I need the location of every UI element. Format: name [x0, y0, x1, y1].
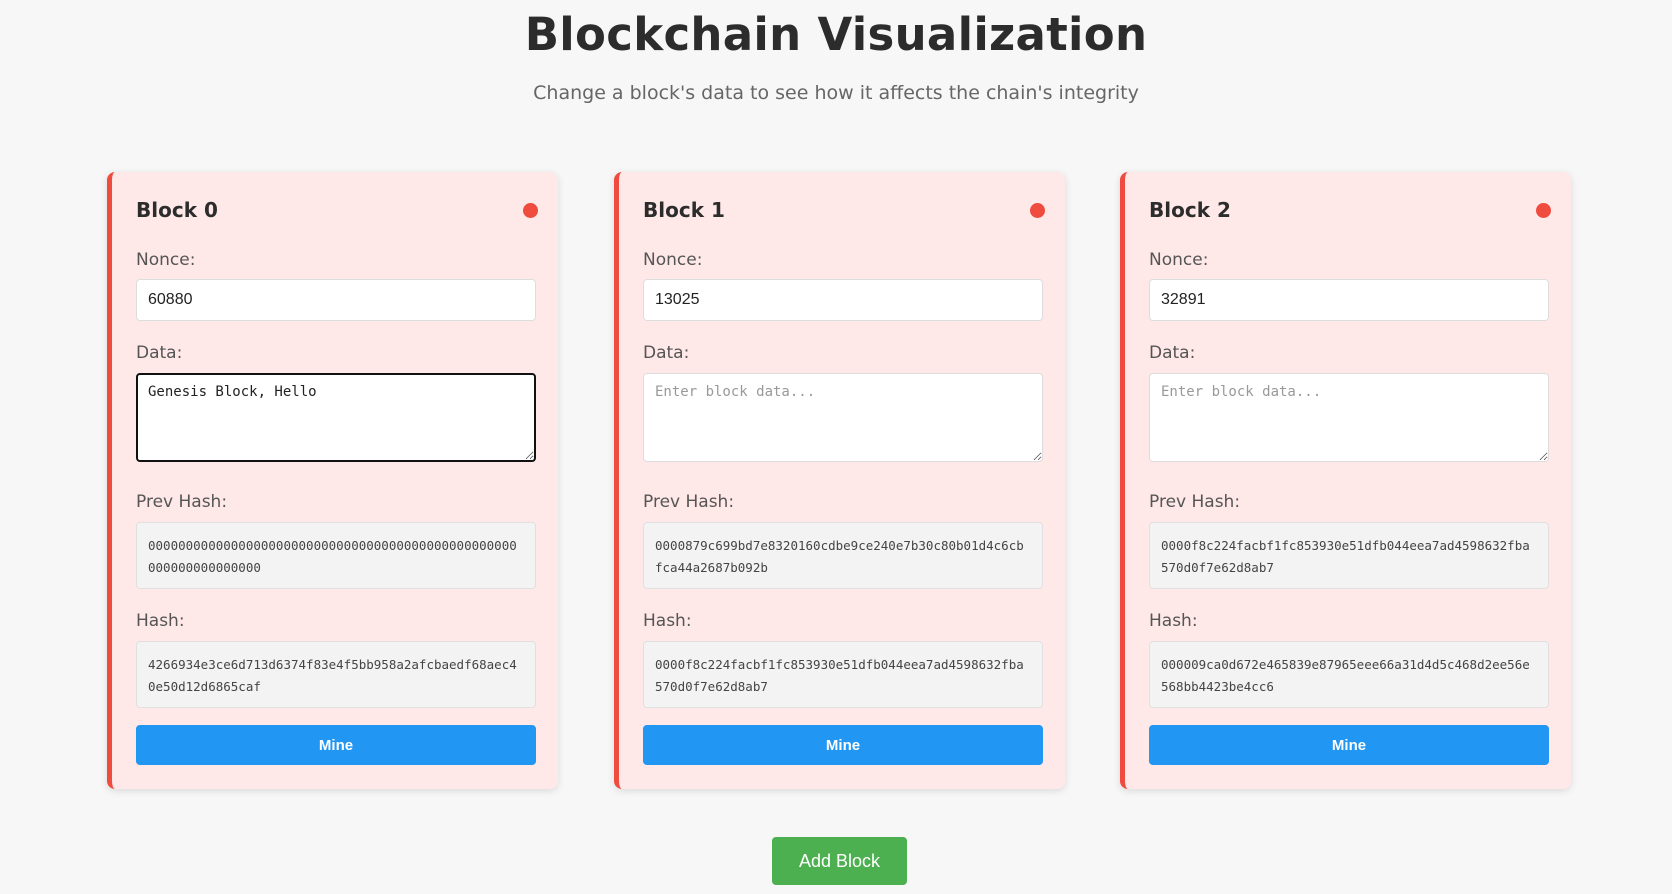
- data-label: Data:: [1149, 343, 1196, 363]
- page-title: Blockchain Visualization: [524, 8, 1148, 61]
- data-input[interactable]: [1149, 373, 1549, 462]
- hash-label: Hash:: [136, 611, 185, 631]
- prev-hash-label: Prev Hash:: [1149, 492, 1241, 512]
- blockchain-container: Block 0 Nonce: Data: Genesis Block, Hell…: [107, 172, 1577, 789]
- prev-hash-label: Prev Hash:: [136, 492, 228, 512]
- block-title: Block 0: [136, 198, 218, 222]
- status-indicator-icon: [523, 203, 538, 218]
- hash-value: 4266934e3ce6d713d6374f83e4f5bb958a2afcba…: [136, 641, 536, 708]
- prev-hash-value: 0000f8c224facbf1fc853930e51dfb044eea7ad4…: [1149, 522, 1549, 589]
- mine-button[interactable]: Mine: [1149, 725, 1549, 765]
- status-indicator-icon: [1536, 203, 1551, 218]
- hash-value: 0000f8c224facbf1fc853930e51dfb044eea7ad4…: [643, 641, 1043, 708]
- prev-hash-value: 0000000000000000000000000000000000000000…: [136, 522, 536, 589]
- add-block-button[interactable]: Add Block: [772, 837, 907, 885]
- mine-button[interactable]: Mine: [136, 725, 536, 765]
- prev-hash-label: Prev Hash:: [643, 492, 735, 512]
- nonce-label: Nonce:: [136, 250, 196, 270]
- page-subtitle: Change a block's data to see how it affe…: [533, 82, 1139, 104]
- hash-value: 000009ca0d672e465839e87965eee66a31d4d5c4…: [1149, 641, 1549, 708]
- block-title: Block 1: [643, 198, 725, 222]
- mine-button[interactable]: Mine: [643, 725, 1043, 765]
- block-card: Block 1 Nonce: Data: Prev Hash: 0000879c…: [614, 172, 1065, 789]
- block-card: Block 2 Nonce: Data: Prev Hash: 0000f8c2…: [1120, 172, 1571, 789]
- nonce-input[interactable]: [643, 279, 1043, 321]
- nonce-input[interactable]: [1149, 279, 1549, 321]
- data-input[interactable]: Genesis Block, Hello: [136, 373, 536, 462]
- block-card: Block 0 Nonce: Data: Genesis Block, Hell…: [107, 172, 558, 789]
- data-input[interactable]: [643, 373, 1043, 462]
- hash-label: Hash:: [643, 611, 692, 631]
- data-label: Data:: [136, 343, 183, 363]
- hash-label: Hash:: [1149, 611, 1198, 631]
- nonce-label: Nonce:: [643, 250, 703, 270]
- status-indicator-icon: [1030, 203, 1045, 218]
- block-title: Block 2: [1149, 198, 1231, 222]
- nonce-input[interactable]: [136, 279, 536, 321]
- data-label: Data:: [643, 343, 690, 363]
- prev-hash-value: 0000879c699bd7e8320160cdbe9ce240e7b30c80…: [643, 522, 1043, 589]
- nonce-label: Nonce:: [1149, 250, 1209, 270]
